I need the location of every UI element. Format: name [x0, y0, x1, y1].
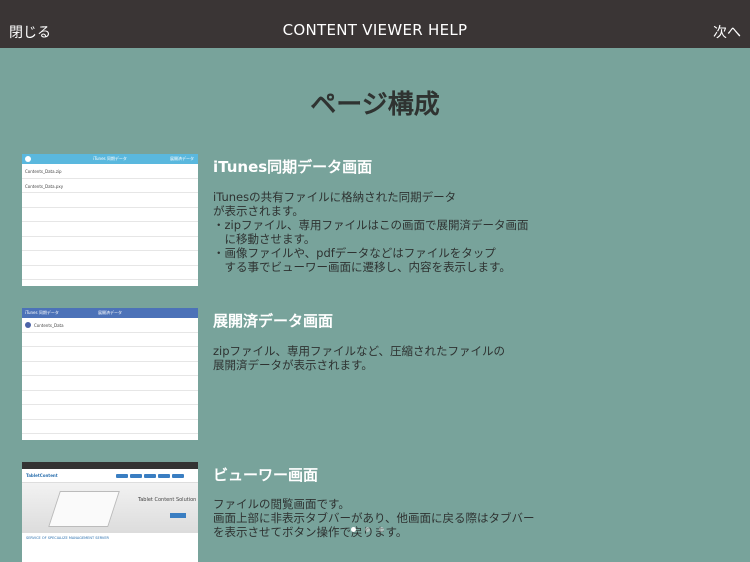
tablet-illustration	[48, 491, 120, 527]
viewer-screen-thumbnail: TabletContent Tablet Content Solution SE…	[22, 462, 198, 562]
thumb-nav-bar: iTunes 同期データ 展開済データ	[22, 154, 198, 164]
list-item	[22, 347, 198, 362]
itunes-screen-thumbnail: iTunes 同期データ 展開済データ Contents_Data.zip Co…	[22, 154, 198, 286]
list-item	[22, 222, 198, 237]
section-title-itunes: iTunes同期データ画面	[213, 158, 373, 176]
viewer-nav: TabletContent	[22, 469, 198, 483]
section-title-viewer: ビューワー画面	[213, 466, 319, 484]
list-item-label: Contents_Data	[34, 323, 64, 328]
list-item: Contents_Data	[22, 318, 198, 333]
page-dot[interactable]	[365, 527, 371, 532]
viewer-nav-tab	[130, 474, 142, 478]
viewer-logo: TabletContent	[26, 473, 58, 478]
page-dot-active[interactable]	[351, 527, 356, 532]
navigation-bar: 閉じる CONTENT VIEWER HELP 次へ	[0, 0, 750, 48]
next-button[interactable]: 次へ	[713, 22, 741, 42]
viewer-nav-tab	[116, 474, 128, 478]
list-item	[22, 208, 198, 222]
viewer-nav-tab	[144, 474, 156, 478]
viewer-nav-tab	[158, 474, 170, 478]
list-item	[22, 391, 198, 405]
page-title: ページ構成	[310, 90, 440, 120]
list-item	[22, 376, 198, 391]
list-item	[22, 333, 198, 347]
page-indicator[interactable]	[351, 517, 388, 536]
viewer-hero-button	[170, 513, 186, 518]
section-desc-expanded: zipファイル、専用ファイルなど、圧縮されたファイルの 展開済データが表示されま…	[213, 344, 505, 372]
viewer-hero-image: Tablet Content Solution	[22, 483, 198, 533]
viewer-status-bar	[22, 462, 198, 469]
list-item: Contents_Data.pxy	[22, 179, 198, 193]
list-item	[22, 193, 198, 208]
nav-title: CONTENT VIEWER HELP	[282, 21, 468, 39]
expanded-screen-thumbnail: iTunes 同期データ 展開済データ Contents_Data	[22, 308, 198, 440]
list-item: Contents_Data.zip	[22, 164, 198, 179]
list-item	[22, 362, 198, 376]
thumb-bar-title: 展開済データ	[98, 310, 122, 315]
folder-icon	[25, 322, 31, 328]
viewer-footer-text: SERVICE OF SPECIALIZE MANAGEMENT SERVER	[22, 533, 198, 543]
section-desc-itunes: iTunesの共有ファイルに格納された同期データ が表示されます。 ・zipファ…	[213, 190, 529, 274]
thumb-bar-right: 展開済データ	[170, 156, 194, 161]
list-item	[22, 266, 198, 280]
list-item	[22, 420, 198, 434]
viewer-hero-text: Tablet Content Solution	[138, 497, 197, 503]
viewer-nav-tab	[172, 474, 184, 478]
list-item	[22, 251, 198, 266]
page-dot[interactable]	[379, 527, 385, 532]
section-title-expanded: 展開済データ画面	[213, 312, 334, 330]
thumb-nav-bar: iTunes 同期データ 展開済データ	[22, 308, 198, 318]
list-item	[22, 405, 198, 420]
list-item	[22, 237, 198, 251]
